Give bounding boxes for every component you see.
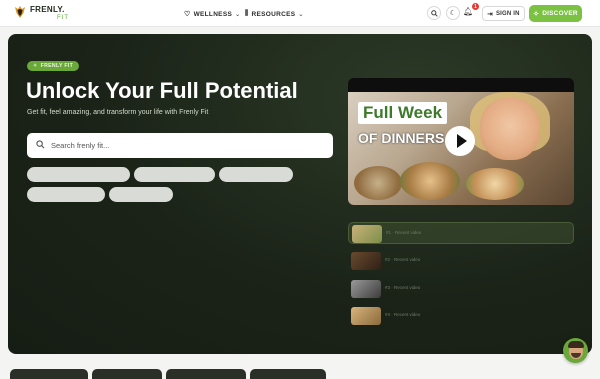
section-tab[interactable] (10, 369, 88, 379)
login-icon: ⇥ (487, 10, 493, 18)
discover-button[interactable]: ✧ DISCOVER (529, 5, 582, 22)
search-button[interactable] (427, 6, 441, 20)
discover-label: DISCOVER (542, 10, 578, 17)
recent-video-label: #1 · Recent video (386, 230, 422, 235)
menu-resources[interactable]: ⫼ RESOURCES ⌄ (245, 8, 304, 20)
section-tab[interactable] (250, 369, 326, 379)
video-thumbnail[interactable]: Full Week OF DINNERS (348, 92, 574, 205)
hero-section: ✧ FRENLY FIT Unlock Your Full Potential … (8, 34, 592, 354)
top-navbar: FRENLY. FIT ♡ WELLNESS ⌄ ⫼ RESOURCES ⌄ ☾… (0, 0, 600, 27)
search-icon (36, 140, 45, 149)
hero-pill: ✧ FRENLY FIT (27, 61, 80, 71)
books-icon: ⫼ (245, 10, 249, 17)
tag-chip-placeholder[interactable] (134, 167, 215, 182)
recent-video-thumbnail (351, 252, 381, 270)
sparkle-icon: ✧ (33, 63, 38, 69)
recent-video-thumbnail (351, 307, 381, 325)
video-title-line1: Full Week (358, 102, 448, 124)
recent-video-item[interactable]: #3 · Recent video (348, 278, 574, 300)
brand-logo[interactable]: FRENLY. FIT (14, 4, 68, 24)
lion-logo-icon (15, 6, 25, 18)
recent-video-item[interactable]: #1 · Recent video (348, 222, 574, 244)
hero-title: Unlock Your Full Potential (26, 78, 298, 103)
play-button[interactable] (445, 126, 475, 156)
chevron-down-icon: ⌄ (235, 11, 241, 18)
chevron-down-icon: ⌄ (298, 11, 304, 18)
tag-chip-placeholder[interactable] (27, 167, 130, 182)
recent-video-item[interactable]: #2 · Recent video (348, 250, 574, 272)
video-top-bar (348, 78, 574, 92)
brand-name: FRENLY. (30, 5, 65, 14)
thumbnail-food (466, 168, 524, 200)
recent-video-label: #4 · Recent video (385, 312, 421, 317)
menu-resources-label: RESOURCES (251, 10, 296, 18)
brand-sub: FIT (57, 15, 69, 21)
recent-video-label: #3 · Recent video (385, 285, 421, 290)
section-tab[interactable] (92, 369, 162, 379)
avatar (567, 340, 584, 359)
play-icon (456, 134, 467, 148)
hero-subtitle: Get fit, feel amazing, and transform you… (27, 109, 209, 116)
video-title-line2: OF DINNERS (358, 130, 445, 146)
thumbnail-food (400, 162, 460, 200)
recent-video-thumbnail (351, 280, 381, 298)
sign-in-label: SIGN IN (495, 10, 520, 17)
thumbnail-food (354, 166, 402, 200)
thumbnail-person (480, 98, 540, 160)
notification-badge: 1 (472, 3, 479, 10)
sparkle-icon: ✧ (533, 10, 540, 18)
sign-in-button[interactable]: ⇥ SIGN IN (482, 6, 525, 21)
hero-search-box[interactable] (27, 133, 333, 158)
featured-video[interactable]: Full Week OF DINNERS (348, 78, 574, 205)
menu-wellness[interactable]: ♡ WELLNESS ⌄ (184, 8, 240, 20)
menu-wellness-label: WELLNESS (193, 10, 233, 18)
theme-toggle-button[interactable]: ☾ (446, 6, 460, 20)
hero-pill-label: FRENLY FIT (40, 63, 74, 69)
tag-chip-placeholder[interactable] (219, 167, 293, 182)
assistant-avatar-button[interactable] (563, 338, 588, 363)
recent-video-item[interactable]: #4 · Recent video (348, 305, 574, 327)
tag-chip-placeholder[interactable] (109, 187, 173, 202)
section-tab[interactable] (166, 369, 246, 379)
moon-icon: ☾ (449, 10, 457, 17)
recent-video-thumbnail (352, 225, 382, 243)
heart-icon: ♡ (184, 11, 191, 18)
recent-video-label: #2 · Recent video (385, 257, 421, 262)
tag-chip-placeholder[interactable] (27, 187, 105, 202)
search-input[interactable] (51, 138, 321, 153)
search-icon (430, 9, 438, 17)
